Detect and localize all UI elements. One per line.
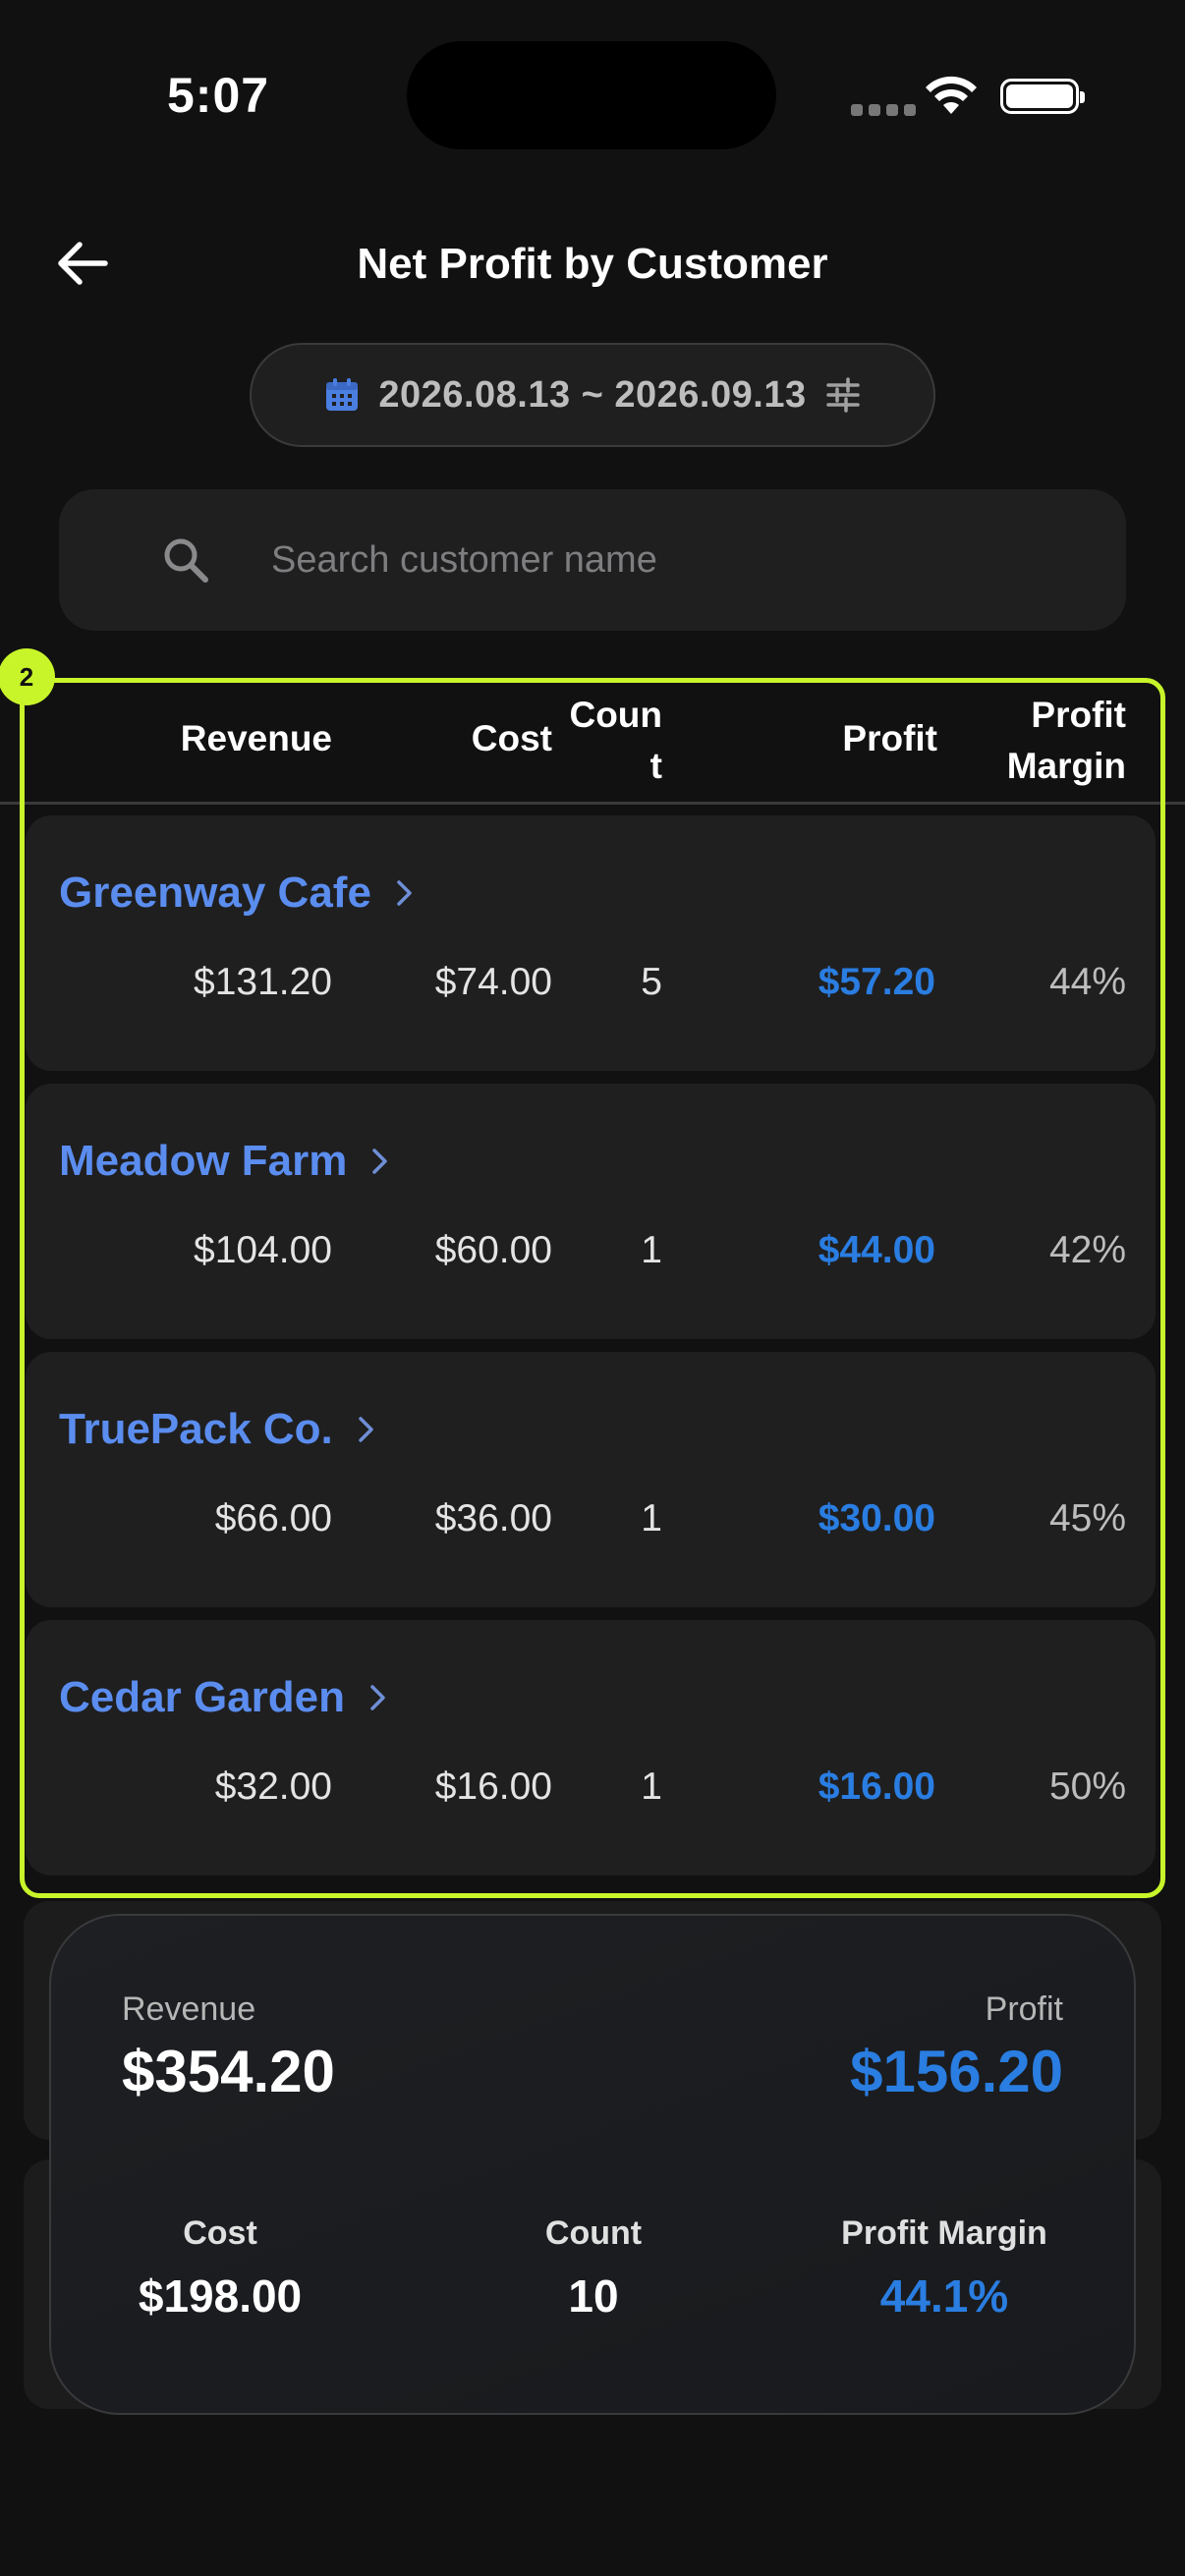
customer-row[interactable]: Greenway Cafe $131.20 $74.00 5 $57.20 44…	[26, 815, 1156, 1071]
column-header-count: Coun t	[550, 690, 662, 792]
column-header-cost: Cost	[471, 718, 552, 758]
column-header-count-line2: t	[649, 746, 662, 786]
revenue-cell: $104.00	[194, 1229, 332, 1271]
margin-cell: 45%	[1048, 1497, 1126, 1540]
count-cell: 1	[641, 1765, 662, 1808]
chevron-right-icon	[372, 1148, 388, 1174]
chevron-right-icon	[359, 1417, 373, 1442]
profit-cell: $57.20	[818, 961, 935, 1003]
cost-cell: $74.00	[434, 961, 552, 1003]
margin-cell: 50%	[1048, 1765, 1126, 1808]
summary-card: Revenue $354.20 Profit $156.20 Cost $198…	[49, 1914, 1136, 2415]
table-header-divider	[0, 802, 1185, 805]
customer-row[interactable]: Meadow Farm $104.00 $60.00 1 $44.00 42%	[26, 1084, 1156, 1339]
margin-cell: 42%	[1048, 1229, 1126, 1271]
customer-name-link[interactable]: Greenway Cafe	[59, 868, 415, 918]
column-header-count-line1: Coun	[569, 695, 662, 735]
summary-profit-label: Profit	[985, 1990, 1063, 2028]
wifi-icon	[926, 76, 977, 114]
profit-cell: $30.00	[818, 1497, 935, 1540]
filter-sliders-icon	[825, 377, 860, 413]
summary-revenue-value: $354.20	[122, 2039, 335, 2104]
status-time: 5:07	[167, 68, 270, 123]
customer-name-link[interactable]: TruePack Co.	[59, 1405, 376, 1454]
customer-row[interactable]: TruePack Co. $66.00 $36.00 1 $30.00 45%	[26, 1352, 1156, 1607]
battery-icon	[1000, 79, 1085, 114]
summary-margin-label: Profit Margin	[841, 2214, 1047, 2252]
dynamic-island	[407, 41, 776, 149]
summary-count-value: 10	[568, 2270, 619, 2322]
profit-cell: $16.00	[818, 1765, 935, 1808]
screen: 5:07 Net Profit by Customer 2026.08.13 ~…	[0, 0, 1185, 2576]
summary-count-label: Count	[544, 2214, 643, 2252]
count-cell: 1	[641, 1229, 662, 1271]
customer-name-link[interactable]: Cedar Garden	[59, 1673, 388, 1722]
column-header-revenue: Revenue	[180, 718, 332, 758]
column-header-margin-line2: Margin	[1006, 746, 1126, 786]
revenue-cell: $66.00	[214, 1497, 332, 1540]
column-header-margin-line1: Profit	[1031, 695, 1126, 735]
customer-name: TruePack Co.	[59, 1405, 333, 1453]
customer-name: Meadow Farm	[59, 1137, 348, 1185]
search-icon	[164, 538, 208, 583]
cost-cell: $60.00	[434, 1229, 552, 1271]
revenue-cell: $131.20	[194, 961, 332, 1003]
summary-revenue-label: Revenue	[122, 1990, 256, 2028]
summary-cost-value: $198.00	[138, 2270, 303, 2322]
chevron-right-icon	[370, 1685, 385, 1710]
highlight-badge: 2	[0, 648, 55, 705]
column-header-profit: Profit	[842, 718, 937, 758]
count-cell: 5	[641, 961, 662, 1003]
search-bar[interactable]	[59, 489, 1126, 631]
summary-cost-label: Cost	[183, 2214, 257, 2252]
search-input[interactable]	[271, 489, 1077, 631]
calendar-icon	[326, 378, 359, 411]
customer-name: Cedar Garden	[59, 1673, 345, 1721]
column-header-profit-margin: Profit Margin	[973, 690, 1126, 792]
count-cell: 1	[641, 1497, 662, 1540]
cellular-signal-icon	[851, 104, 916, 116]
chevron-right-icon	[397, 880, 412, 906]
date-range-text: 2026.08.13 ~ 2026.09.13	[378, 373, 807, 416]
date-range-filter[interactable]: 2026.08.13 ~ 2026.09.13	[250, 343, 935, 447]
summary-profit-value: $156.20	[850, 2039, 1063, 2104]
profit-cell: $44.00	[818, 1229, 935, 1271]
customer-row[interactable]: Cedar Garden $32.00 $16.00 1 $16.00 50%	[26, 1620, 1156, 1876]
revenue-cell: $32.00	[214, 1765, 332, 1808]
cost-cell: $36.00	[434, 1497, 552, 1540]
margin-cell: 44%	[1048, 961, 1126, 1003]
customer-name-link[interactable]: Meadow Farm	[59, 1137, 390, 1186]
summary-margin-value: 44.1%	[879, 2270, 1009, 2322]
page-title: Net Profit by Customer	[357, 240, 828, 288]
customer-name: Greenway Cafe	[59, 868, 371, 917]
cost-cell: $16.00	[434, 1765, 552, 1808]
